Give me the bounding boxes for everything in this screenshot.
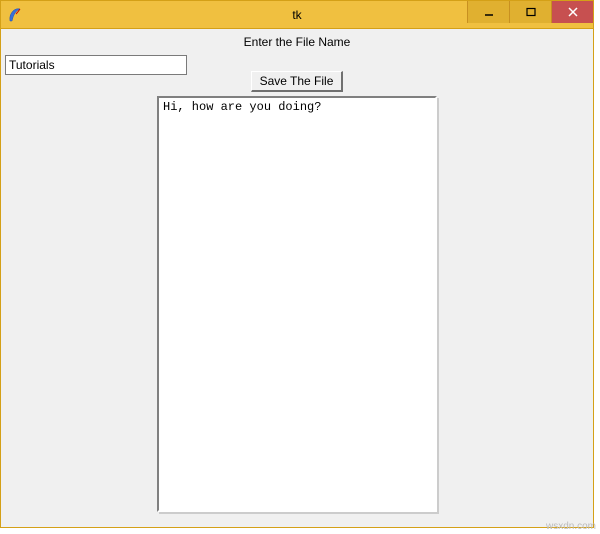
app-window: tk Enter the File Name Save The File	[0, 0, 594, 528]
text-area-frame	[157, 96, 437, 512]
save-button[interactable]: Save The File	[251, 71, 344, 92]
prompt-label: Enter the File Name	[1, 35, 593, 49]
maximize-button[interactable]	[509, 1, 551, 23]
minimize-button[interactable]	[467, 1, 509, 23]
client-area: Enter the File Name Save The File	[1, 29, 593, 527]
watermark: wsxdn.com	[546, 521, 596, 532]
app-icon	[7, 7, 23, 23]
filename-input[interactable]	[5, 55, 187, 75]
text-area[interactable]	[159, 98, 435, 510]
close-button[interactable]	[551, 1, 593, 23]
window-controls	[467, 1, 593, 23]
titlebar: tk	[1, 1, 593, 29]
